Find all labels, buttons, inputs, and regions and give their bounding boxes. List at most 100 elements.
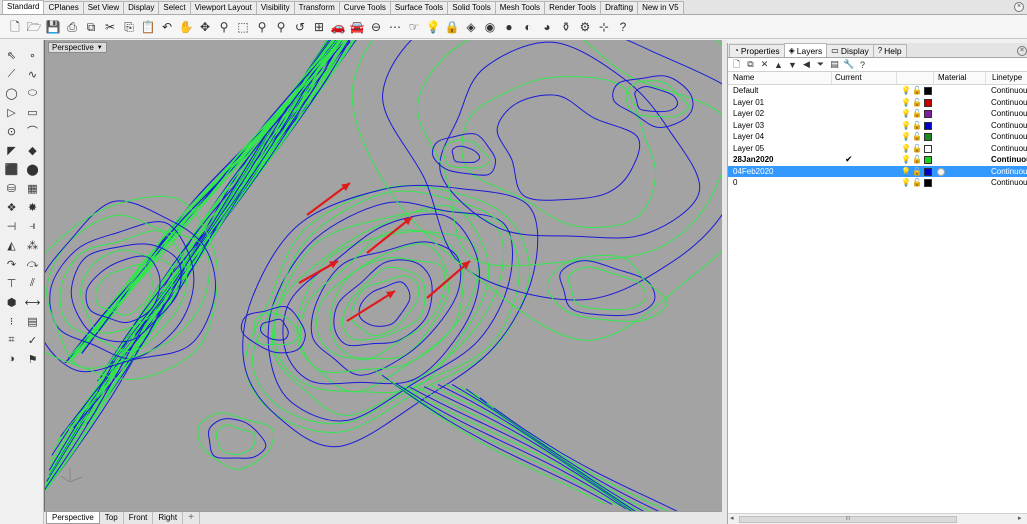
lock-toggle-icon[interactable]: 🔓 [912, 131, 922, 143]
layer-name[interactable]: 0 [733, 177, 737, 189]
panel-tab-properties[interactable]: ◔ Properties [729, 44, 785, 57]
move-icon[interactable]: ↷ [2, 255, 21, 273]
layer-linetype[interactable]: Continuous [991, 97, 1027, 109]
layer-color-swatch[interactable] [924, 121, 932, 130]
tab-transform[interactable]: Transform [293, 1, 340, 14]
surface-corner-icon[interactable]: ◤ [2, 141, 21, 159]
cut-icon[interactable]: ✂ [101, 18, 119, 36]
grid-snap-icon[interactable]: ⊹ [595, 18, 613, 36]
scroll-left-icon[interactable]: ◂ [730, 514, 734, 524]
layer-linetype[interactable]: Continuous [991, 177, 1027, 189]
layer-linetype[interactable]: Continuous [991, 85, 1027, 97]
mirror-icon[interactable]: ⫽ [23, 274, 42, 292]
dimension-icon[interactable]: ⟷ [23, 293, 42, 311]
text-icon[interactable]: ⁝ [2, 312, 21, 330]
filter-icon[interactable]: ⏷ [815, 59, 826, 70]
layer-states-icon[interactable]: ▤ [829, 59, 840, 70]
select-icon[interactable]: ☞ [405, 18, 423, 36]
viewport-title[interactable]: Perspective ▼ [48, 42, 107, 53]
lock-toggle-icon[interactable]: 🔓 [912, 177, 922, 189]
four-viewports-icon[interactable]: ⊞ [310, 18, 328, 36]
select-arrow-icon[interactable]: ⇖ [2, 46, 21, 64]
tab-set-view[interactable]: Set View [82, 1, 125, 14]
boolean-icon[interactable]: ❖ [2, 198, 21, 216]
layer-linetype[interactable]: Continuous [991, 143, 1027, 155]
new-file-icon[interactable]: 🗋 [6, 18, 24, 36]
layer-color-swatch[interactable] [924, 98, 932, 107]
lock-toggle-icon[interactable]: 🔓 [912, 85, 922, 97]
zoom-selected-icon[interactable]: ⚲ [272, 18, 290, 36]
layer-color-swatch[interactable] [924, 156, 932, 164]
array-icon[interactable]: ⬢ [2, 293, 21, 311]
panel-tab-layers[interactable]: ◈ Layers [783, 43, 828, 57]
viewport-tab-front[interactable]: Front [124, 512, 154, 524]
curve-icon[interactable]: ∿ [23, 65, 42, 83]
lock-toggle-icon[interactable]: 🔓 [912, 166, 922, 178]
layer-row[interactable]: 04Feb2020 💡🔓 Continuous [728, 165, 1027, 178]
print-icon[interactable]: ⎙ [63, 18, 81, 36]
lock-toggle-icon[interactable]: 🔓 [912, 97, 922, 109]
open-file-icon[interactable]: 🗁 [25, 18, 43, 36]
move-up-icon[interactable]: ▲ [773, 60, 784, 70]
tab-surface-tools[interactable]: Surface Tools [389, 1, 449, 14]
layer-row[interactable]: 0 💡🔓 Continuous [728, 177, 1027, 189]
box-icon[interactable]: ⬛ [2, 160, 21, 178]
group-icon[interactable]: ⁂ [23, 236, 42, 254]
close-panel-icon[interactable]: × [1017, 46, 1027, 56]
layer-name[interactable]: Default [733, 85, 758, 97]
visibility-bulb-icon[interactable]: 💡 [901, 109, 911, 118]
undo-icon[interactable]: ↶ [158, 18, 176, 36]
ellipse-icon[interactable]: ⬭ [23, 84, 42, 102]
zoom-extents-icon[interactable]: ⚲ [253, 18, 271, 36]
help-icon[interactable]: ? [614, 18, 632, 36]
light-bulb-icon[interactable]: 💡 [424, 18, 442, 36]
polyline-icon[interactable]: ⟋ [2, 65, 21, 83]
column-name[interactable]: Name [733, 73, 754, 82]
point-icon[interactable]: ∘ [23, 46, 42, 64]
analyze-icon[interactable]: ⌗ [2, 331, 21, 349]
layer-color-swatch[interactable] [924, 133, 932, 141]
surface-patch-icon[interactable]: ◆ [23, 141, 42, 159]
lock-toggle-icon[interactable]: 🔓 [912, 143, 922, 155]
explode-icon[interactable]: ✸ [23, 198, 42, 216]
trim-icon[interactable]: ⊣ [2, 217, 21, 235]
tools-icon[interactable]: 🔧 [843, 59, 854, 70]
shaded-sphere-icon[interactable]: ● [500, 18, 518, 36]
visibility-bulb-icon[interactable]: 💡 [901, 98, 911, 107]
gear-icon[interactable]: ⚙ [576, 18, 594, 36]
close-tabs-icon[interactable]: × [1014, 2, 1024, 12]
tab-visibility[interactable]: Visibility [255, 1, 295, 14]
split-icon[interactable]: ⫣ [23, 217, 42, 235]
arc-icon[interactable]: ▷ [2, 103, 21, 121]
named-views-icon[interactable]: 🚗 [329, 18, 347, 36]
named-cplanes-icon[interactable]: 🚘 [348, 18, 366, 36]
lock-toggle-icon[interactable]: 🔓 [912, 154, 922, 166]
column-linetype[interactable]: Linetype [992, 73, 1022, 82]
layer-name[interactable]: Layer 02 [733, 108, 764, 120]
circle-icon[interactable]: ◯ [2, 84, 21, 102]
layer-row[interactable]: Layer 04 💡🔓 Continuous [728, 131, 1027, 143]
layer-row[interactable]: Layer 05 💡🔓 Continuous [728, 143, 1027, 155]
lock-toggle-icon[interactable]: 🔓 [912, 120, 922, 132]
material-sphere-icon[interactable] [937, 167, 945, 176]
rotate-view-icon[interactable]: ✥ [196, 18, 214, 36]
mesh-icon[interactable]: ▦ [23, 179, 42, 197]
layer-color-swatch[interactable] [924, 87, 932, 95]
tab-new-in-v5[interactable]: New in V5 [637, 1, 684, 14]
visibility-bulb-icon[interactable]: 💡 [901, 167, 911, 176]
snap-icon[interactable]: ⋯ [386, 18, 404, 36]
visibility-bulb-icon[interactable]: 💡 [901, 132, 911, 141]
delete-layer-icon[interactable]: ✕ [759, 59, 770, 70]
visibility-bulb-icon[interactable]: 💡 [901, 86, 911, 95]
render-icon[interactable]: ◕ [538, 18, 556, 36]
tab-curve-tools[interactable]: Curve Tools [338, 1, 391, 14]
color-wheel-icon[interactable]: ◉ [481, 18, 499, 36]
visibility-bulb-icon[interactable]: 💡 [901, 155, 911, 164]
layer-linetype[interactable]: Continuous [991, 154, 1027, 166]
scale-icon[interactable]: ⊤ [2, 274, 21, 292]
chevron-down-icon[interactable]: ▼ [97, 43, 103, 53]
tab-display[interactable]: Display [123, 1, 160, 14]
undo-view-icon[interactable]: ↺ [291, 18, 309, 36]
fillet-icon[interactable]: ⌒ [23, 122, 42, 140]
layer-color-swatch[interactable] [924, 110, 932, 118]
